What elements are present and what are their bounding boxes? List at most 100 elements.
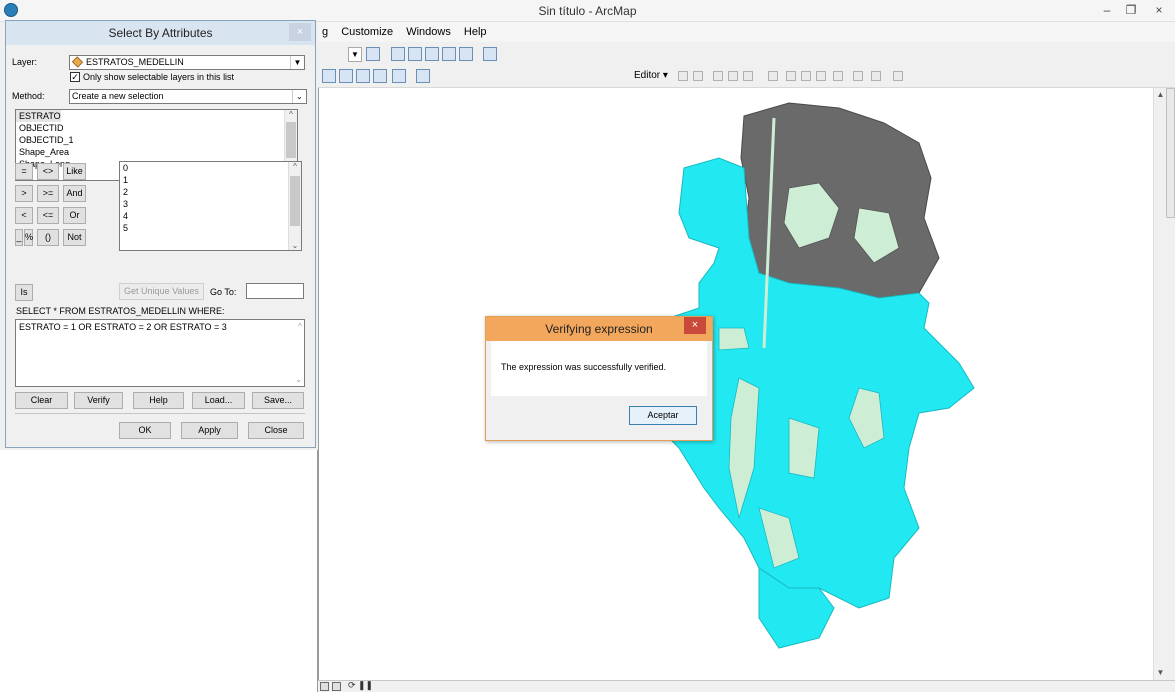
percent-button[interactable]: % <box>24 229 33 246</box>
equals-button[interactable]: = <box>15 163 33 180</box>
layout-view-button[interactable] <box>332 682 341 691</box>
only-selectable-checkbox[interactable]: ✓ <box>70 72 80 82</box>
value-item[interactable]: 1 <box>120 174 301 186</box>
save-button[interactable]: Save... <box>252 392 304 409</box>
value-item[interactable]: 5 <box>120 222 301 234</box>
values-scrollbar[interactable]: ^ ⌄ <box>288 162 301 250</box>
layout-view-bar: ⟳ ❚❚ ‹ <box>318 680 1175 692</box>
is-button[interactable]: Is <box>15 284 33 301</box>
python-window-icon[interactable] <box>459 47 473 61</box>
scroll-down-arrow[interactable]: ⌄ <box>295 375 302 384</box>
title-bar: Sin título - ArcMap – ❐ × <box>0 0 1175 22</box>
dialog-close-button[interactable]: × <box>289 23 311 41</box>
medellin-map <box>648 102 975 649</box>
find-icon[interactable] <box>339 69 353 83</box>
split-icon <box>786 71 796 81</box>
model-builder-icon[interactable] <box>483 47 497 61</box>
get-unique-values-button[interactable]: Get Unique Values <box>119 283 204 300</box>
chevron-down-icon[interactable]: ⌄ <box>292 90 306 103</box>
dialog-title: Select By Attributes <box>108 26 213 40</box>
maximize-button[interactable]: ❐ <box>1120 1 1142 19</box>
help-button[interactable]: Help <box>133 392 184 409</box>
refresh-icon[interactable]: ⟳ <box>348 680 356 691</box>
field-item[interactable]: OBJECTID_1 <box>16 134 297 146</box>
load-button[interactable]: Load... <box>192 392 245 409</box>
catalog-icon[interactable] <box>408 47 422 61</box>
and-button[interactable]: And <box>63 185 86 202</box>
rotate-icon <box>816 71 826 81</box>
greater-than-button[interactable]: > <box>15 185 33 202</box>
field-item[interactable]: OBJECTID <box>16 122 297 134</box>
verifying-expression-dialog: Verifying expression × The expression wa… <box>485 316 713 441</box>
scroll-down-arrow[interactable]: ⌄ <box>289 241 301 250</box>
aceptar-button[interactable]: Aceptar <box>629 406 697 425</box>
map-vertical-scrollbar[interactable]: ▲ ▼ <box>1153 88 1166 680</box>
ok-button[interactable]: OK <box>119 422 171 439</box>
menu-item-customize[interactable]: Customize <box>337 22 399 38</box>
value-item[interactable]: 4 <box>120 210 301 222</box>
scroll-thumb[interactable] <box>290 176 300 226</box>
standard-toolbar: ▼ <box>318 44 1175 66</box>
scroll-left-arrow[interactable]: ‹ <box>368 680 371 690</box>
scroll-up-arrow[interactable]: ^ <box>285 110 297 119</box>
hyperlink-icon[interactable] <box>392 69 406 83</box>
not-button[interactable]: Not <box>63 229 86 246</box>
verify-message-area: The expression was successfully verified… <box>491 341 707 396</box>
menu-item-partial[interactable]: g <box>318 22 334 38</box>
not-equal-button[interactable]: <> <box>37 163 59 180</box>
data-view-button[interactable] <box>320 682 329 691</box>
less-than-button[interactable]: < <box>15 207 33 224</box>
scroll-up-arrow[interactable]: ^ <box>289 162 301 171</box>
method-select[interactable]: Create a new selection ⌄ <box>69 89 307 104</box>
menu-item-help[interactable]: Help <box>460 22 493 38</box>
scroll-up-arrow[interactable]: ^ <box>298 322 302 331</box>
scale-dropdown-arrow[interactable]: ▼ <box>348 47 362 62</box>
close-button[interactable]: Close <box>248 422 304 439</box>
arctoolbox-icon[interactable] <box>442 47 456 61</box>
value-item[interactable]: 3 <box>120 198 301 210</box>
end-point-arc-icon <box>728 71 738 81</box>
minimize-button[interactable]: – <box>1096 1 1118 19</box>
layer-label: Layer: <box>12 57 38 67</box>
unique-values-list[interactable]: 0 1 2 3 4 5 ^ ⌄ <box>119 161 302 251</box>
greater-equal-button[interactable]: >= <box>37 185 59 202</box>
value-item[interactable]: 2 <box>120 186 301 198</box>
apply-button[interactable]: Apply <box>181 422 238 439</box>
scroll-down-arrow[interactable]: ▼ <box>1154 666 1167 679</box>
verify-title-bar[interactable]: Verifying expression × <box>486 317 712 341</box>
go-to-xy-icon[interactable] <box>356 69 370 83</box>
underscore-button[interactable]: _ <box>15 229 23 246</box>
measure-icon[interactable] <box>373 69 387 83</box>
chevron-down-icon[interactable]: ▼ <box>290 56 304 69</box>
catalog-side-tab[interactable] <box>1166 88 1175 218</box>
verify-close-button[interactable]: × <box>684 317 706 334</box>
window-title: Sin título - ArcMap <box>538 4 637 18</box>
html-popup-icon[interactable] <box>416 69 430 83</box>
less-equal-button[interactable]: <= <box>37 207 59 224</box>
editor-toolbar-icon[interactable] <box>366 47 380 61</box>
go-to-label: Go To: <box>210 287 237 297</box>
layer-select[interactable]: ESTRATOS_MEDELLIN ▼ <box>69 55 305 70</box>
verify-button[interactable]: Verify <box>74 392 123 409</box>
editor-menu[interactable]: Editor ▾ <box>634 70 668 81</box>
pan-icon[interactable] <box>322 69 336 83</box>
menu-item-windows[interactable]: Windows <box>402 22 457 38</box>
parentheses-button[interactable]: () <box>37 229 59 246</box>
clear-button[interactable]: Clear <box>15 392 68 409</box>
field-item[interactable]: Shape_Area <box>16 146 297 158</box>
method-label: Method: <box>12 91 45 101</box>
editor-options-icon <box>893 71 903 81</box>
scroll-thumb[interactable] <box>286 122 296 158</box>
verify-title: Verifying expression <box>545 322 653 336</box>
expression-textarea[interactable]: ESTRATO = 1 OR ESTRATO = 2 OR ESTRATO = … <box>15 319 305 387</box>
go-to-input[interactable] <box>246 283 304 299</box>
like-button[interactable]: Like <box>63 163 86 180</box>
search-window-icon[interactable] <box>425 47 439 61</box>
or-button[interactable]: Or <box>63 207 86 224</box>
map-display[interactable] <box>318 88 1153 680</box>
value-item[interactable]: 0 <box>120 162 301 174</box>
field-item[interactable]: ESTRATO <box>16 110 61 122</box>
dialog-title-bar[interactable]: Select By Attributes × <box>6 21 315 45</box>
table-of-contents-icon[interactable] <box>391 47 405 61</box>
close-window-button[interactable]: × <box>1148 1 1170 19</box>
